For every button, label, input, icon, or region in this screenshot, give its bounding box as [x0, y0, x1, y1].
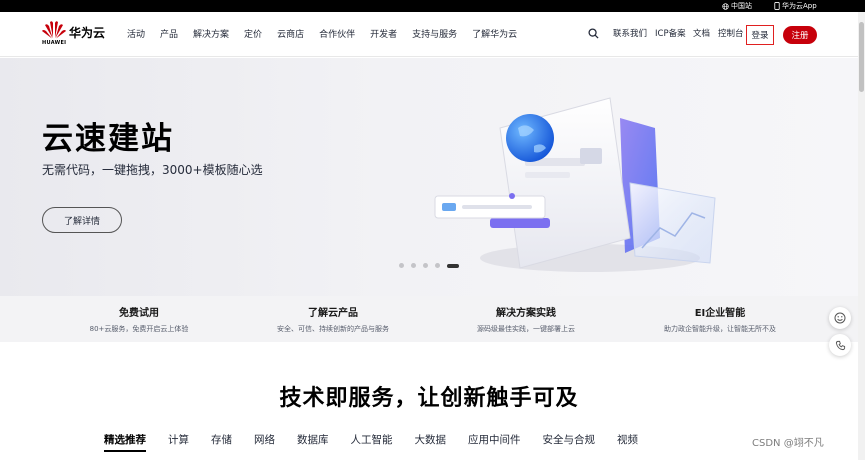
- feature-desc: 80+云服务，免费开启云上体验: [89, 325, 189, 333]
- logo-wordmark: HUAWEI: [42, 40, 67, 46]
- region-selector[interactable]: 中国站: [722, 1, 752, 11]
- smile-icon: [834, 312, 846, 324]
- tab-video[interactable]: 视频: [617, 432, 638, 452]
- huawei-flower-icon: [42, 21, 66, 39]
- top-utility-bar: 中国站 华为云App: [0, 0, 865, 12]
- tab-ai[interactable]: 人工智能: [351, 432, 393, 452]
- feedback-button[interactable]: [829, 307, 851, 329]
- app-download-link[interactable]: 华为云App: [774, 1, 817, 11]
- feature-free-trial[interactable]: 免费试用 80+云服务，免费开启云上体验: [39, 304, 239, 334]
- register-button[interactable]: 注册: [783, 26, 817, 44]
- website-builder-illustration: [434, 97, 716, 272]
- contact-us-link[interactable]: 联系我们: [613, 27, 647, 39]
- feature-cloud-products[interactable]: 了解云产品 安全、可信、持续创新的产品与服务: [233, 304, 433, 334]
- feature-desc: 安全、可信、持续创新的产品与服务: [277, 325, 389, 333]
- tab-compute[interactable]: 计算: [168, 432, 189, 452]
- tab-security[interactable]: 安全与合规: [543, 432, 596, 452]
- feature-desc: 源码级最佳实践，一键部署上云: [477, 325, 575, 333]
- feature-desc: 助力政企智能升级，让智能无所不及: [664, 325, 776, 333]
- carousel-dot-active[interactable]: [447, 263, 459, 268]
- mobile-icon: [774, 2, 780, 10]
- app-label: 华为云App: [782, 2, 817, 10]
- huawei-cloud-logo[interactable]: HUAWEI 华为云: [42, 20, 106, 50]
- nav-link-developers[interactable]: 开发者: [370, 27, 397, 40]
- region-label: 中国站: [731, 2, 752, 10]
- search-icon[interactable]: [588, 28, 599, 39]
- feature-title: EI企业智能: [694, 308, 746, 319]
- nav-link-marketplace[interactable]: 云商店: [277, 27, 304, 40]
- nav-link-support[interactable]: 支持与服务: [412, 27, 457, 40]
- nav-link-solutions[interactable]: 解决方案: [193, 27, 229, 40]
- nav-link-activities[interactable]: 活动: [127, 27, 145, 40]
- scrollbar-thumb[interactable]: [859, 22, 864, 92]
- feature-title: 免费试用: [119, 308, 159, 319]
- tab-featured[interactable]: 精选推荐: [104, 432, 146, 452]
- feature-strip: 免费试用 80+云服务，免费开启云上体验 了解云产品 安全、可信、持续创新的产品…: [0, 296, 858, 342]
- carousel-dot[interactable]: [435, 263, 440, 268]
- carousel-dot[interactable]: [399, 263, 404, 268]
- feature-title: 了解云产品: [308, 308, 358, 319]
- nav-link-products[interactable]: 产品: [160, 27, 178, 40]
- carousel-dot[interactable]: [423, 263, 428, 268]
- console-link[interactable]: 控制台: [718, 27, 744, 39]
- tab-network[interactable]: 网络: [254, 432, 275, 452]
- section-title: 技术即服务，让创新触手可及: [279, 386, 579, 411]
- feature-title: 解决方案实践: [496, 308, 556, 319]
- learn-more-button[interactable]: 了解详情: [42, 207, 122, 233]
- globe-icon: [722, 2, 729, 10]
- nav-links: 活动 产品 解决方案 定价 云商店 合作伙伴 开发者 支持与服务 了解华为云: [127, 27, 532, 40]
- carousel-indicators: [399, 263, 459, 268]
- icp-link[interactable]: ICP备案: [655, 27, 686, 39]
- hero-title: 云速建站: [42, 121, 174, 157]
- contact-phone-button[interactable]: [829, 334, 851, 356]
- main-navigation: HUAWEI 华为云 活动 产品 解决方案 定价 云商店 合作伙伴 开发者 支持…: [0, 12, 865, 57]
- feature-solution-practice[interactable]: 解决方案实践 源码级最佳实践，一键部署上云: [426, 304, 626, 334]
- hero-subtitle: 无需代码，一键拖拽，3000+模板随心选: [42, 163, 263, 177]
- watermark: CSDN @翊不凡: [752, 438, 824, 449]
- nav-link-partners[interactable]: 合作伙伴: [319, 27, 355, 40]
- tab-middleware[interactable]: 应用中间件: [468, 432, 521, 452]
- nav-link-pricing[interactable]: 定价: [244, 27, 262, 40]
- tab-database[interactable]: 数据库: [297, 432, 329, 452]
- tab-storage[interactable]: 存储: [211, 432, 232, 452]
- docs-link[interactable]: 文档: [693, 27, 710, 39]
- carousel-dot[interactable]: [411, 263, 416, 268]
- page-scrollbar[interactable]: [858, 12, 865, 460]
- category-tabs: 精选推荐 计算 存储 网络 数据库 人工智能 大数据 应用中间件 安全与合规 视…: [104, 432, 660, 452]
- tab-big-data[interactable]: 大数据: [415, 432, 447, 452]
- feature-ei-intelligence[interactable]: EI企业智能 助力政企智能升级，让智能无所不及: [620, 304, 820, 334]
- phone-icon: [835, 340, 845, 350]
- brand-name: 华为云: [69, 26, 106, 40]
- hero-banner: 云速建站 无需代码，一键拖拽，3000+模板随心选 了解详情: [0, 58, 858, 296]
- login-button[interactable]: 登录: [746, 25, 774, 45]
- nav-link-about[interactable]: 了解华为云: [472, 27, 517, 40]
